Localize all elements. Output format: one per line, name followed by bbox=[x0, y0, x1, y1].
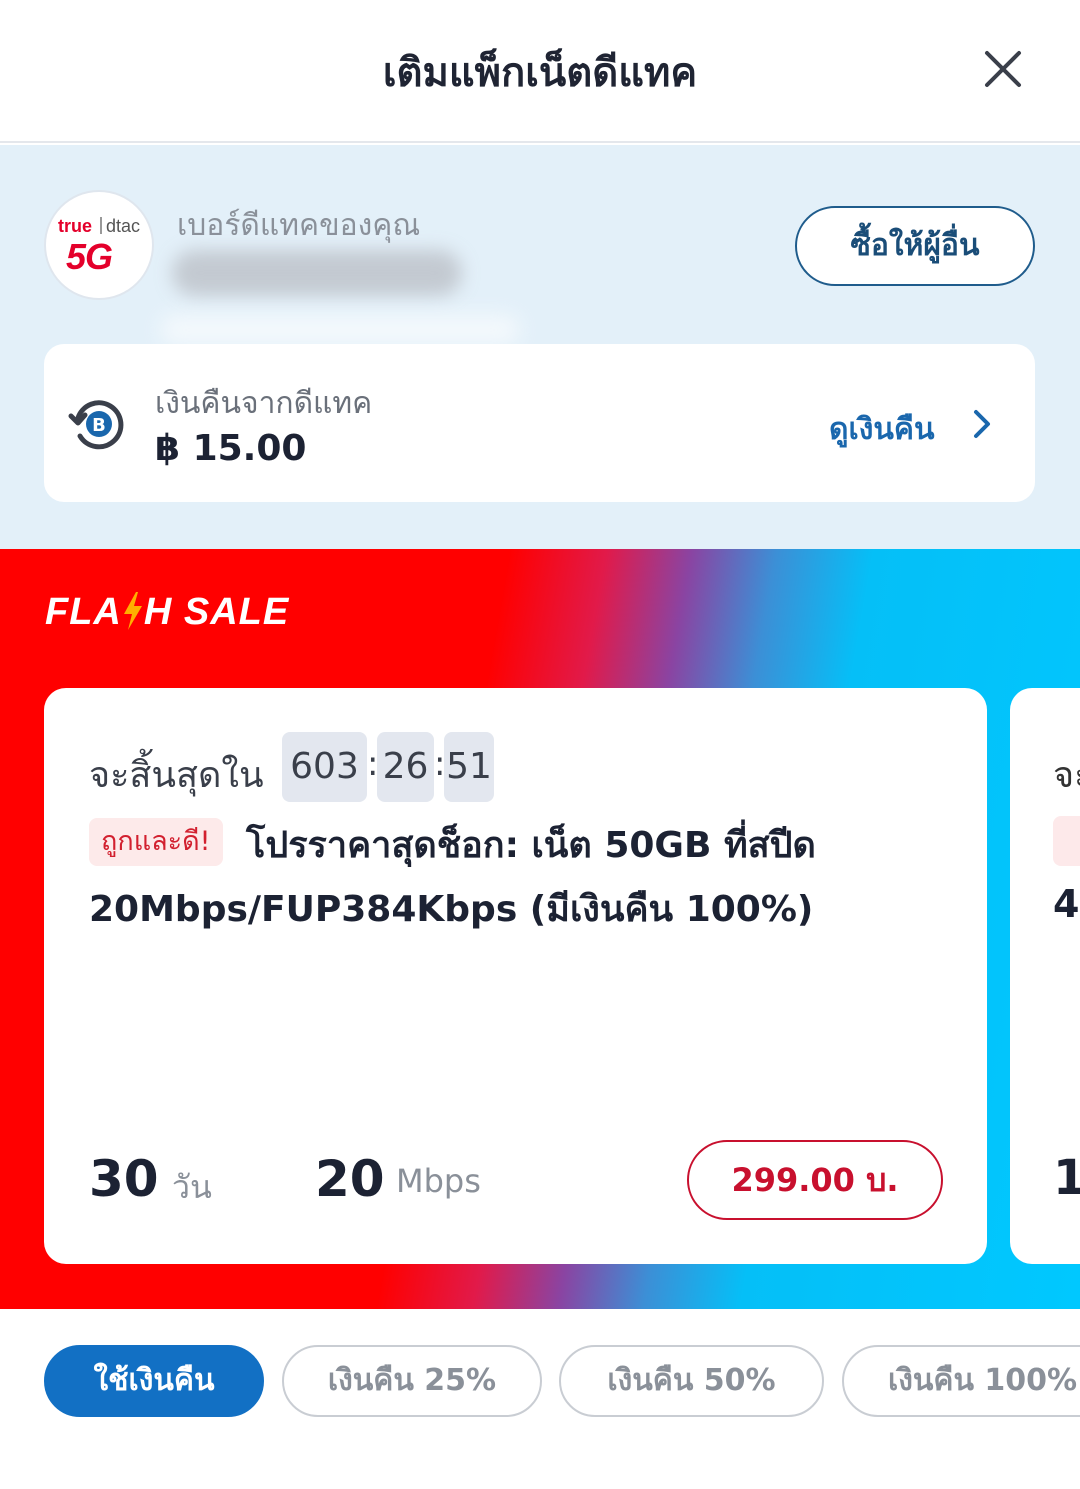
flash-sale-title: FLA H SALE bbox=[45, 591, 289, 634]
speed-value: 20 bbox=[315, 1150, 385, 1208]
next-card-badge bbox=[1053, 816, 1080, 866]
speed-unit: Mbps bbox=[396, 1162, 481, 1200]
chevron-right-icon[interactable] bbox=[968, 406, 998, 442]
validity-days-value: 30 bbox=[89, 1150, 159, 1208]
flash-deal-card[interactable]: จะสิ้นสุดใน 603 : 26 : 51 ถูกและดี! โปรร… bbox=[44, 688, 987, 1264]
redaction-haze bbox=[160, 315, 520, 345]
next-card-days-value: 1 bbox=[1053, 1150, 1080, 1206]
flash-title-part2: H SALE bbox=[143, 591, 290, 633]
close-icon[interactable] bbox=[978, 44, 1028, 94]
deal-title-line1: โปรราคาสุดช็อก: เน็ต 50GB ที่สปีด bbox=[246, 825, 816, 866]
cashback-refresh-icon: B bbox=[68, 400, 124, 450]
deal-badge: ถูกและดี! bbox=[89, 818, 223, 866]
filter-cashback-25[interactable]: เงินคืน 25% bbox=[282, 1345, 542, 1417]
price-button[interactable]: 299.00 บ. bbox=[687, 1140, 943, 1220]
timer-seconds: 51 bbox=[444, 732, 494, 802]
svg-text:B: B bbox=[92, 415, 106, 436]
logo-true-text: true bbox=[58, 216, 93, 236]
next-card-title: 4 bbox=[1053, 882, 1080, 926]
flash-title-part1: FLA bbox=[45, 591, 122, 633]
next-deal-card[interactable]: จะ 4 1 bbox=[1010, 688, 1080, 1264]
filter-chips: ใช้เงินคืน เงินคืน 25% เงินคืน 50% เงินค… bbox=[0, 1309, 1080, 1489]
timer-hours: 603 bbox=[282, 732, 367, 802]
page-title: เติมแพ็กเน็ตดีแทค bbox=[382, 50, 698, 96]
account-section: true dtac 5G เบอร์ดีแทคของคุณ ซื้อให้ผู้… bbox=[0, 145, 1080, 549]
lightning-bolt-icon bbox=[123, 592, 142, 630]
flash-sale-section: FLA H SALE จะสิ้นสุดใน 603 : 26 : 51 ถูกแ… bbox=[0, 549, 1080, 1309]
timer-minutes: 26 bbox=[377, 732, 434, 802]
phone-number-label: เบอร์ดีแทคของคุณ bbox=[177, 208, 421, 243]
cashback-amount: ฿ 15.00 bbox=[155, 428, 307, 469]
logo-5g-text: 5G bbox=[66, 236, 113, 277]
header-bar: เติมแพ็กเน็ตดีแทค bbox=[0, 0, 1080, 143]
view-cashback-link[interactable]: ดูเงินคืน bbox=[829, 406, 934, 453]
logo-dtac-text: dtac bbox=[106, 216, 141, 236]
buy-for-others-button[interactable]: ซื้อให้ผู้อื่น bbox=[795, 206, 1035, 286]
cashback-card[interactable]: B เงินคืนจากดีแทค ฿ 15.00 ดูเงินคืน bbox=[44, 344, 1035, 502]
filter-cashback-50[interactable]: เงินคืน 50% bbox=[559, 1345, 824, 1417]
expire-label: จะสิ้นสุดใน bbox=[89, 755, 264, 796]
validity-days-unit: วัน bbox=[172, 1168, 212, 1206]
phone-number-redacted bbox=[172, 250, 462, 296]
cashback-label: เงินคืนจากดีแทค bbox=[155, 386, 373, 421]
operator-logo: true dtac 5G bbox=[46, 192, 152, 298]
deal-title-line2: 20Mbps/FUP384Kbps (มีเงินคืน 100%) bbox=[89, 889, 814, 930]
next-card-expire-label: จะ bbox=[1053, 755, 1080, 796]
logo-divider bbox=[100, 217, 102, 234]
filter-cashback-100[interactable]: เงินคืน 100% bbox=[842, 1345, 1080, 1417]
filter-use-cashback[interactable]: ใช้เงินคืน bbox=[44, 1345, 264, 1417]
